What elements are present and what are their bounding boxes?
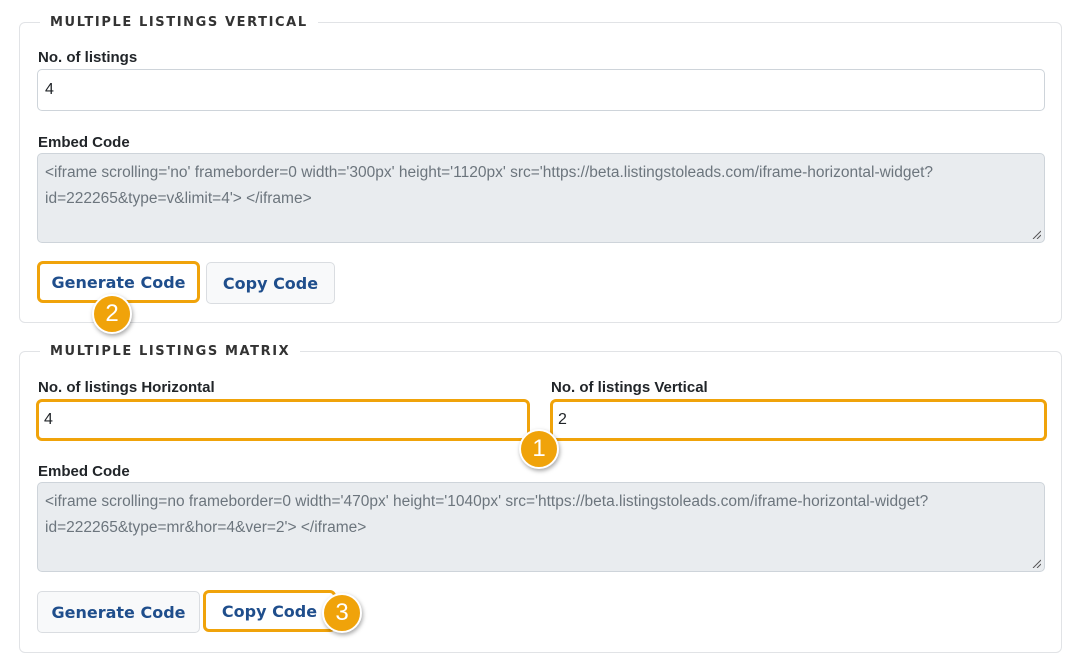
callout-badge-1: 1 <box>519 429 559 469</box>
matrix-horizontal-label: No. of listings Horizontal <box>38 379 215 396</box>
vertical-copy-code-button[interactable]: Copy Code <box>206 262 335 304</box>
vertical-embed-code[interactable]: <iframe scrolling='no' frameborder=0 wid… <box>37 153 1045 243</box>
matrix-vertical-label: No. of listings Vertical <box>551 379 708 396</box>
callout-badge-2: 2 <box>92 294 132 334</box>
matrix-horizontal-input[interactable] <box>36 399 530 441</box>
matrix-embed-label: Embed Code <box>38 463 130 480</box>
matrix-section-legend: MULTIPLE LISTINGS MATRIX <box>40 343 301 361</box>
vertical-section-legend: MULTIPLE LISTINGS VERTICAL <box>40 14 318 32</box>
vertical-listings-label: No. of listings <box>38 49 138 66</box>
matrix-generate-code-button[interactable]: Generate Code <box>37 591 200 633</box>
matrix-copy-code-button[interactable]: Copy Code <box>203 590 336 632</box>
matrix-embed-code-text: <iframe scrolling=no frameborder=0 width… <box>45 493 929 536</box>
matrix-embed-code[interactable]: <iframe scrolling=no frameborder=0 width… <box>37 482 1045 572</box>
resize-grip-icon[interactable] <box>1031 558 1041 568</box>
vertical-embed-code-text: <iframe scrolling='no' frameborder=0 wid… <box>45 164 934 207</box>
vertical-embed-label: Embed Code <box>38 134 130 151</box>
vertical-listings-input[interactable] <box>37 69 1045 111</box>
resize-grip-icon[interactable] <box>1031 229 1041 239</box>
matrix-vertical-input[interactable] <box>550 399 1047 441</box>
callout-badge-3: 3 <box>322 593 362 633</box>
